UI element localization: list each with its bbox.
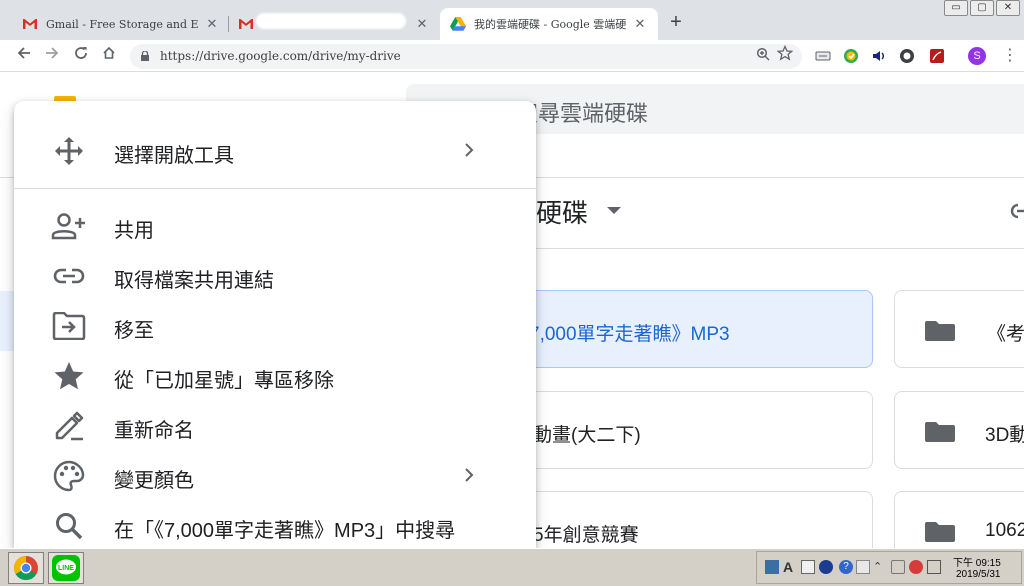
home-icon[interactable] (99, 46, 119, 66)
folder-icon (925, 321, 955, 341)
add-person-icon (51, 210, 87, 242)
menu-item-label: 重新命名 (114, 420, 194, 442)
extension-circle-icon[interactable] (843, 48, 859, 64)
card-name: 7,000單字走著瞧》MP3 (529, 324, 730, 345)
card-name: 5年創意競賽 (533, 525, 639, 546)
menu-item-label: 從「已加星號」專區移除 (114, 370, 334, 392)
browser-tab-strip: Gmail - Free Storage and Email from ✕ ✕ … (0, 0, 1024, 40)
menu-item-share[interactable]: 共用 (14, 203, 536, 249)
card-name: 1062 (985, 520, 1024, 541)
taskbar: LINE A ? ⌃ 下午 09:15 2019/5/31 (0, 548, 1024, 586)
bookmark-star-icon[interactable] (776, 44, 794, 66)
line-app-icon: LINE (52, 555, 80, 581)
clock-time[interactable]: 下午 09:15 (953, 554, 1001, 569)
palette-icon (51, 460, 87, 492)
menu-item-label: 取得檔案共用連結 (114, 270, 274, 292)
menu-item-label: 選擇開啟工具 (114, 145, 234, 167)
link-icon (51, 260, 87, 292)
card-name: 《考 (987, 324, 1024, 345)
taskbar-chrome-button[interactable] (8, 552, 44, 584)
tab-gmail[interactable]: Gmail - Free Storage and Email from ✕ (12, 8, 230, 40)
view-toggle-icon[interactable] (1008, 201, 1024, 227)
line-app-label: LINE (58, 565, 74, 572)
google-drive-icon (450, 16, 466, 32)
quick-access-card[interactable]: 7,000單字走著瞧》MP3 (490, 290, 873, 368)
tab-title: 我的雲端硬碟 - Google 雲端硬碟 (474, 18, 626, 31)
zoom-icon[interactable] (756, 47, 770, 64)
card-name: 動畫(大二下) (533, 425, 641, 446)
section-divider (536, 248, 1024, 249)
star-icon (51, 360, 87, 392)
settings-icon[interactable] (819, 560, 833, 574)
menu-item-move-to[interactable]: 移至 (14, 303, 536, 349)
folder-icon (925, 422, 955, 442)
card-name: 3D動 (985, 425, 1024, 446)
maximize-button[interactable]: ▢ (970, 0, 994, 16)
browser-toolbar: https://drive.google.com/drive/my-drive … (0, 40, 1024, 72)
minimize-button[interactable]: ▭ (944, 0, 968, 16)
quick-access-card[interactable]: 《考 (894, 290, 1024, 368)
menu-item-label: 移至 (114, 320, 154, 342)
chevron-right-icon (465, 143, 474, 157)
new-tab-button[interactable]: + (666, 12, 686, 32)
extension-speaker-icon[interactable] (871, 48, 887, 64)
close-window-button[interactable]: ✕ (996, 0, 1020, 16)
chrome-icon (13, 556, 38, 581)
extension-shield-icon[interactable] (899, 48, 915, 64)
menu-item-rename[interactable]: 重新命名 (14, 403, 536, 449)
quick-access-card[interactable]: 3D動 (894, 391, 1024, 469)
close-tab-icon[interactable]: ✕ (414, 16, 430, 32)
help-icon[interactable]: ? (839, 560, 853, 574)
input-method-icon[interactable]: A (783, 560, 797, 574)
redacted-tab-title (256, 13, 406, 29)
window-controls: ▭ ▢ ✕ (944, 0, 1020, 16)
network-icon[interactable] (765, 560, 779, 574)
menu-item-search-within[interactable]: 在「《7,000單字走著瞧》MP3」中搜尋 (14, 503, 536, 548)
forward-arrow-icon[interactable] (42, 46, 62, 66)
display-icon[interactable] (927, 560, 941, 574)
menu-item-remove-star[interactable]: 從「已加星號」專區移除 (14, 353, 536, 399)
extension-pdf-icon[interactable] (929, 48, 945, 64)
menu-item-label: 變更顏色 (114, 470, 194, 492)
address-bar[interactable]: https://drive.google.com/drive/my-drive (130, 44, 802, 69)
sidebar-selection (0, 291, 14, 351)
menu-item-change-color[interactable]: 變更顏色 (14, 453, 536, 499)
speaker-icon[interactable] (891, 560, 905, 574)
back-arrow-icon[interactable] (14, 46, 34, 66)
search-icon (51, 510, 87, 542)
menu-divider (14, 188, 536, 189)
chevron-right-icon (465, 468, 474, 482)
gmail-icon (22, 16, 38, 32)
menu-item-label: 共用 (114, 220, 154, 242)
taskbar-line-button[interactable]: LINE (48, 552, 84, 584)
open-with-icon (51, 135, 87, 167)
show-hidden-icons[interactable]: ⌃ (873, 560, 887, 574)
menu-dots-icon[interactable]: ⋮ (1002, 46, 1018, 66)
lock-icon (141, 51, 149, 61)
window-icon[interactable] (856, 560, 870, 574)
folder-icon (925, 522, 955, 542)
menu-item-open-with[interactable]: 選擇開啟工具 (14, 128, 536, 174)
profile-avatar[interactable]: S (968, 47, 986, 65)
url-text: https://drive.google.com/drive/my-drive (160, 49, 401, 63)
move-to-folder-icon (51, 310, 87, 342)
menu-item-get-link[interactable]: 取得檔案共用連結 (14, 253, 536, 299)
quick-access-card[interactable]: 動畫(大二下) (490, 391, 873, 469)
menu-item-label: 在「《7,000單字走著瞧》MP3」中搜尋 (114, 520, 456, 542)
pencil-icon (51, 410, 87, 442)
tab-google-drive[interactable]: 我的雲端硬碟 - Google 雲端硬碟 ✕ (440, 8, 658, 40)
close-tab-icon[interactable]: ✕ (204, 16, 220, 32)
screen: Gmail - Free Storage and Email from ✕ ✕ … (0, 0, 1024, 586)
alert-icon[interactable] (909, 560, 923, 574)
gmail-icon (238, 16, 254, 32)
reload-icon[interactable] (71, 46, 91, 66)
my-drive-title[interactable]: 硬碟 (536, 193, 588, 230)
chevron-down-icon[interactable] (607, 207, 621, 214)
clock-date[interactable]: 2019/5/31 (956, 569, 1001, 580)
extension-ticket-icon[interactable] (815, 48, 831, 64)
tab-title: Gmail - Free Storage and Email from (46, 17, 198, 31)
close-tab-icon[interactable]: ✕ (632, 16, 648, 32)
notes-icon[interactable] (801, 560, 815, 574)
context-menu: 選擇開啟工具 共用 取得檔案共用連結 移至 從「已加星號」專區移除 重新命名 變… (14, 101, 536, 548)
